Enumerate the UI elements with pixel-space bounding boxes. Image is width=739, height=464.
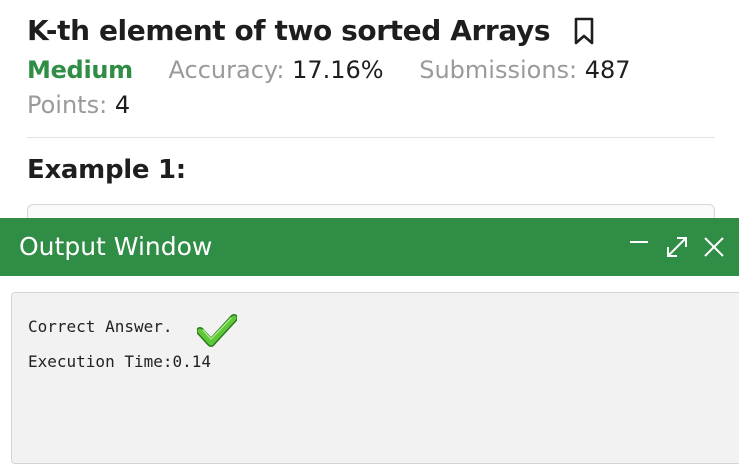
output-window-title: Output Window [19, 232, 213, 261]
result-text: Correct Answer. [28, 317, 173, 336]
points-label: Points: [27, 91, 108, 119]
problem-title: K-th element of two sorted Arrays [27, 14, 551, 47]
accuracy-value: 17.16% [292, 56, 384, 84]
problem-meta: Medium Accuracy: 17.16% Submissions: 487 [27, 56, 659, 84]
points-value: 4 [114, 91, 131, 119]
difficulty-badge: Medium [27, 56, 133, 84]
output-window-body: Correct Answer. Execution Time:0.14 [11, 292, 739, 464]
submissions-value: 487 [584, 56, 631, 84]
output-window-header: Output Window [0, 218, 739, 276]
expand-icon[interactable] [664, 234, 690, 260]
points-row: Points: 4 [27, 91, 158, 119]
bookmark-icon[interactable] [572, 16, 596, 46]
example-heading: Example 1: [27, 155, 186, 185]
problem-panel: K-th element of two sorted Arrays Medium… [0, 0, 739, 236]
accuracy-label: Accuracy: [168, 56, 285, 84]
close-icon[interactable] [701, 234, 727, 260]
submissions-label: Submissions: [419, 56, 578, 84]
checkmark-icon [197, 314, 237, 347]
execution-time-text: Execution Time:0.14 [28, 352, 212, 371]
divider [27, 137, 715, 138]
minimize-icon[interactable] [626, 234, 652, 260]
title-row: K-th element of two sorted Arrays [27, 14, 596, 47]
